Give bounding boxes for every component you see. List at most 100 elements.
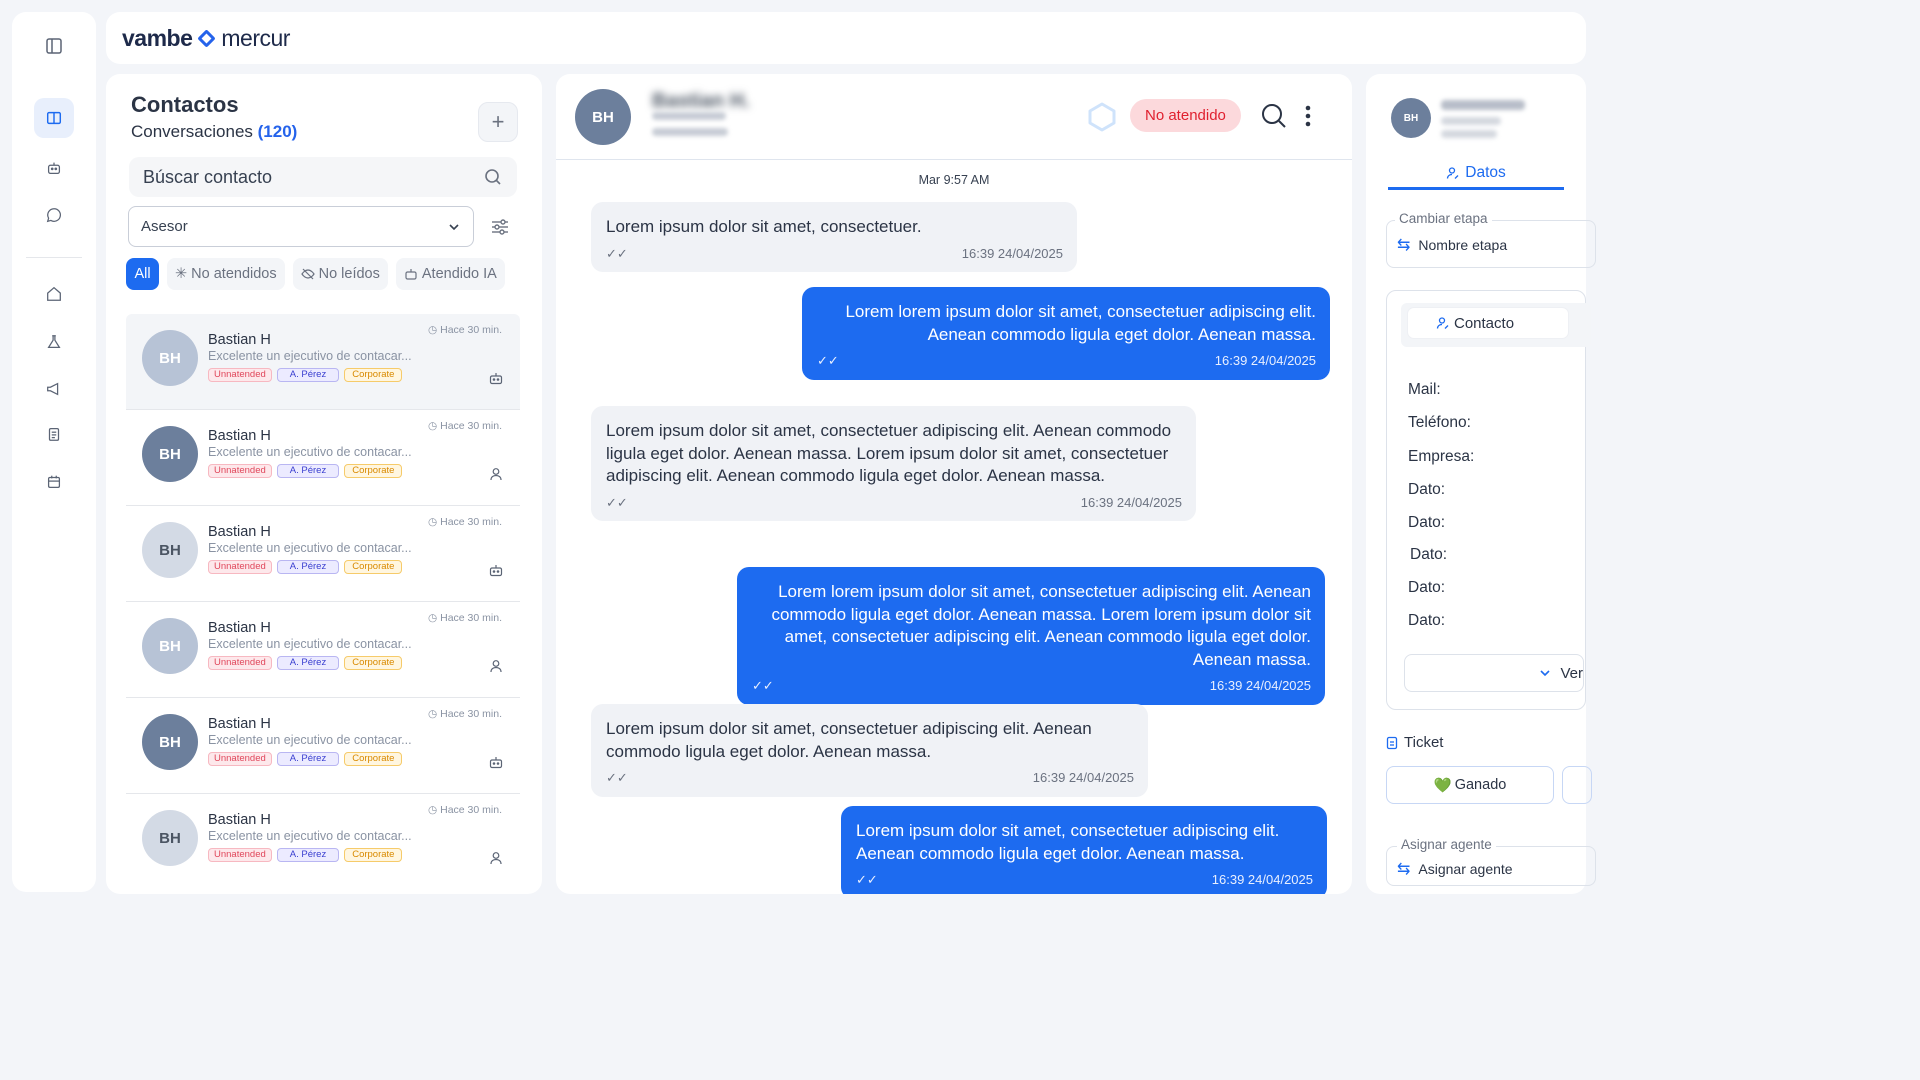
contact-time-text: Hace 30 min. bbox=[440, 708, 502, 720]
stage-value-row: ⇆ Nombre etapa bbox=[1397, 235, 1507, 255]
search-icon[interactable] bbox=[1260, 102, 1288, 130]
left-rail bbox=[12, 12, 96, 892]
chip-all[interactable]: All bbox=[126, 258, 159, 290]
filter-sliders-icon[interactable] bbox=[482, 208, 518, 246]
clipboard-icon[interactable] bbox=[34, 414, 74, 454]
brand-name-a: vambe bbox=[122, 24, 193, 51]
contact-row[interactable]: BH Bastian H Excelente un ejecutivo de c… bbox=[126, 602, 520, 698]
contact-tags: Unnatended A. Pérez Corporate bbox=[208, 368, 403, 382]
double-check-icon: ✓✓ bbox=[752, 678, 774, 694]
advisor-select[interactable]: Asesor bbox=[128, 206, 474, 247]
home-icon[interactable] bbox=[34, 274, 74, 314]
contact-row[interactable]: BH Bastian H Excelente un ejecutivo de c… bbox=[126, 410, 520, 506]
search-icon bbox=[485, 169, 501, 185]
contact-name: Bastian H bbox=[208, 620, 271, 636]
blurred-detail bbox=[1441, 100, 1525, 110]
chip-unattended[interactable]: ✳ No atendidos bbox=[167, 258, 285, 290]
user-icon bbox=[490, 852, 502, 865]
clock-icon: ◷ bbox=[427, 324, 438, 336]
contact-row[interactable]: BH Bastian H Excelente un ejecutivo de c… bbox=[126, 506, 520, 602]
message-incoming: Lorem ipsum dolor sit amet, consectetuer… bbox=[591, 406, 1196, 522]
green-heart-icon: 💚 bbox=[1433, 777, 1452, 794]
brand-name-b: mercur bbox=[221, 24, 290, 51]
flask-icon[interactable] bbox=[34, 322, 74, 362]
blurred-detail bbox=[1441, 117, 1501, 125]
message-text: Lorem lorem ipsum dolor sit amet, consec… bbox=[845, 302, 1316, 344]
contact-time-text: Hace 30 min. bbox=[440, 324, 502, 336]
assign-agent-legend: Asignar agente bbox=[1397, 837, 1496, 852]
chip-unread[interactable]: No leídos bbox=[292, 258, 388, 290]
contact-row[interactable]: BH Bastian H Excelente un ejecutivo de c… bbox=[126, 314, 520, 410]
chat-bubble-icon[interactable] bbox=[34, 195, 74, 235]
message-outgoing: Lorem lorem ipsum dolor sit amet, consec… bbox=[802, 287, 1330, 380]
search-contact-input[interactable]: Búscar contacto bbox=[129, 157, 517, 197]
double-check-icon: ✓✓ bbox=[856, 872, 878, 888]
swap-arrows-icon: ⇆ bbox=[1397, 861, 1411, 878]
message-time: 16:39 24/04/2025 bbox=[1211, 872, 1313, 888]
sidebar-toggle-icon[interactable] bbox=[34, 26, 74, 66]
robot-icon[interactable] bbox=[34, 148, 74, 188]
message-text: Lorem ipsum dolor sit amet, consectetuer… bbox=[606, 217, 922, 236]
calendar-icon[interactable] bbox=[34, 462, 74, 502]
contact-last-message: Excelente un ejecutivo de contacar... bbox=[208, 637, 412, 651]
tab-datos[interactable]: Datos bbox=[1388, 158, 1564, 190]
message-time: 16:39 24/04/2025 bbox=[961, 245, 1063, 261]
contacts-title: Contactos bbox=[131, 92, 239, 117]
conversations-label: Conversaciones bbox=[131, 122, 253, 141]
tag-agent: A. Pérez bbox=[276, 464, 340, 478]
columns-icon[interactable] bbox=[34, 98, 74, 138]
add-contact-button[interactable]: + bbox=[478, 102, 518, 142]
contact-time: ◷ Hace 30 min. bbox=[428, 708, 502, 720]
ticket-label: Ticket bbox=[1404, 734, 1444, 751]
field-dato: Dato: bbox=[1408, 612, 1446, 629]
chat-header: BH Bastian H. No atendido bbox=[556, 74, 1352, 160]
status-badge[interactable]: No atendido bbox=[1130, 99, 1241, 132]
contact-time-text: Hace 30 min. bbox=[440, 612, 502, 624]
ganado-label: Ganado bbox=[1454, 777, 1507, 793]
chip-ai[interactable]: Atendido IA bbox=[395, 258, 505, 290]
chip-unread-label: No leídos bbox=[318, 266, 380, 282]
contact-last-message: Excelente un ejecutivo de contacar... bbox=[208, 349, 412, 363]
avatar: BH bbox=[142, 618, 198, 674]
tag-agent: A. Pérez bbox=[276, 368, 340, 382]
contact-name: Bastian H bbox=[208, 524, 271, 540]
contact-row[interactable]: BH Bastian H Excelente un ejecutivo de c… bbox=[126, 794, 520, 890]
stage-field[interactable]: Cambiar etapa ⇆ Nombre etapa bbox=[1386, 211, 1596, 268]
field-company: Empresa: bbox=[1408, 448, 1475, 465]
contact-time: ◷ Hace 30 min. bbox=[428, 612, 502, 624]
stage-value: Nombre etapa bbox=[1418, 237, 1508, 253]
double-check-icon: ✓✓ bbox=[606, 494, 628, 510]
search-placeholder: Búscar contacto bbox=[143, 166, 273, 187]
user-icon bbox=[490, 660, 502, 673]
blurred-detail bbox=[1441, 130, 1497, 138]
avatar: BH bbox=[142, 330, 198, 386]
more-vertical-icon[interactable] bbox=[1304, 104, 1312, 130]
contact-name: Bastian H bbox=[208, 428, 271, 444]
megaphone-icon[interactable] bbox=[34, 369, 74, 409]
message-incoming: Lorem ipsum dolor sit amet, consectetuer… bbox=[591, 704, 1148, 797]
ganado-button[interactable]: 💚 Ganado bbox=[1386, 766, 1554, 804]
ticket-secondary-button[interactable] bbox=[1562, 766, 1592, 804]
assign-agent-field[interactable]: Asignar agente ⇆ Asignar agente bbox=[1386, 837, 1596, 886]
top-bar: vambe mercur bbox=[106, 12, 1586, 64]
chat-contact-name: Bastian H. bbox=[652, 90, 750, 112]
tag-agent: A. Pérez bbox=[276, 848, 340, 862]
ver-label: Ver bbox=[1560, 664, 1583, 682]
message-incoming: Lorem ipsum dolor sit amet, consectetuer… bbox=[591, 202, 1077, 272]
tab-datos-label: Datos bbox=[1465, 163, 1506, 181]
contact-tags: Unnatended A. Pérez Corporate bbox=[208, 464, 403, 478]
message-text: Lorem ipsum dolor sit amet, consectetuer… bbox=[606, 421, 1172, 486]
chip-unattended-label: No atendidos bbox=[191, 266, 277, 282]
field-dato: Dato: bbox=[1410, 546, 1448, 563]
contact-time-text: Hace 30 min. bbox=[440, 420, 502, 432]
message-text: Lorem lorem ipsum dolor sit amet, consec… bbox=[771, 582, 1311, 669]
tab-contacto[interactable]: Contacto bbox=[1408, 308, 1568, 338]
ver-more-button[interactable]: Ver bbox=[1404, 654, 1584, 692]
message-time: 16:39 24/04/2025 bbox=[1209, 678, 1311, 694]
tag-status: Unnatended bbox=[208, 368, 272, 382]
chevron-down-icon bbox=[449, 223, 459, 230]
contact-tags: Unnatended A. Pérez Corporate bbox=[208, 560, 403, 574]
field-dato: Dato: bbox=[1408, 514, 1446, 531]
contact-row[interactable]: BH Bastian H Excelente un ejecutivo de c… bbox=[126, 698, 520, 794]
contact-last-message: Excelente un ejecutivo de contacar... bbox=[208, 541, 412, 555]
